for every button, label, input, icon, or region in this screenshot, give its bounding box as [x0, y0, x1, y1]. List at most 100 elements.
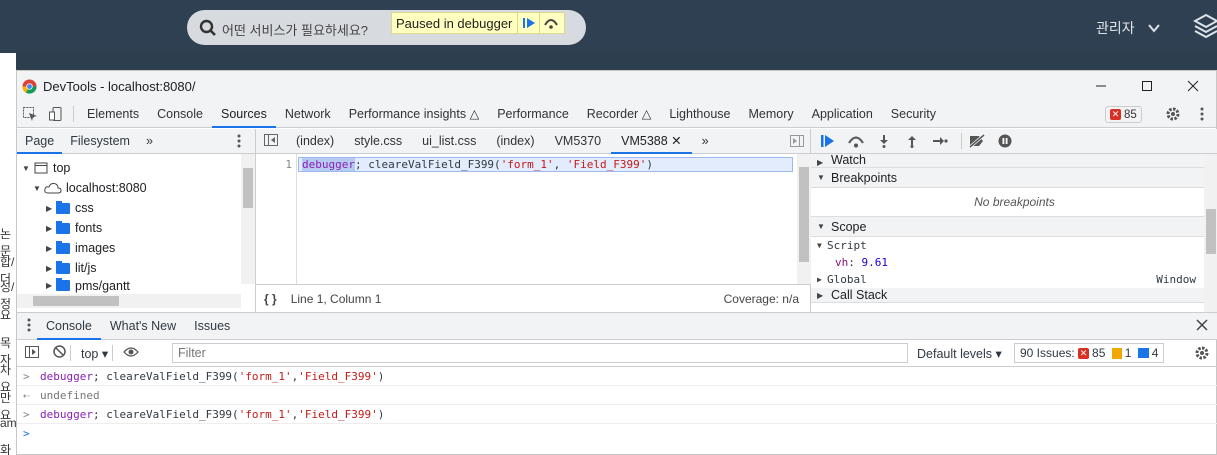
debugger-scrollbar[interactable]	[1204, 154, 1217, 312]
resume-button[interactable]	[517, 13, 539, 33]
file-tab[interactable]: VM5370	[545, 129, 612, 154]
scope-global[interactable]: ▶ Global Window	[811, 271, 1217, 288]
toggle-navigator-icon[interactable]	[256, 133, 286, 149]
file-tab[interactable]: (index)	[286, 129, 344, 154]
tab-performance[interactable]: Performance	[488, 101, 578, 128]
scope-variable[interactable]: vh: 9.61	[811, 254, 1217, 271]
variable-value: 9.61	[861, 256, 889, 269]
tree-item-label: images	[75, 241, 116, 255]
step-button[interactable]	[929, 131, 951, 151]
console-output-line[interactable]: ⇠ undefined	[17, 386, 1217, 405]
error-count-badge[interactable]: ✕ 85	[1105, 106, 1142, 123]
minimize-icon	[1096, 85, 1106, 87]
prompt-chevron-icon: >	[23, 369, 30, 383]
tree-item-folder[interactable]: ▶ css	[17, 198, 255, 218]
console-keyword: debugger	[40, 369, 93, 383]
tab-filesystem[interactable]: Filesystem	[62, 129, 138, 154]
device-toolbar-button[interactable]	[46, 104, 66, 124]
tree-item-folder[interactable]: ▶ lit/js	[17, 258, 255, 278]
editor-scrollbar[interactable]	[797, 154, 811, 284]
more-options-button[interactable]	[1192, 104, 1212, 124]
pause-on-exceptions-button[interactable]	[994, 131, 1016, 151]
file-tab-active[interactable]: VM5388 ✕	[611, 129, 692, 154]
toggle-sidebar-icon[interactable]	[25, 345, 39, 361]
eye-icon[interactable]	[123, 346, 140, 361]
tab-security[interactable]: Security	[882, 101, 945, 128]
tab-issues[interactable]: Issues	[185, 313, 239, 340]
tab-page[interactable]: Page	[17, 129, 63, 154]
settings-button[interactable]	[1163, 104, 1183, 124]
log-levels-dropdown[interactable]: Default levels ▾	[917, 346, 1002, 361]
tab-console[interactable]: Console	[37, 313, 101, 340]
more-tabs-icon[interactable]: »	[692, 129, 719, 154]
tab-console[interactable]: Console	[148, 101, 212, 128]
deactivate-breakpoints-button[interactable]	[966, 131, 988, 151]
console-prompt[interactable]: >	[17, 424, 1217, 443]
layers-icon[interactable]	[1193, 12, 1217, 40]
collapse-triangle-icon: ▶	[817, 290, 824, 300]
variable-colon: :	[848, 256, 862, 269]
console-settings-button[interactable]	[1194, 345, 1210, 364]
breakpoints-section[interactable]: ▼ Breakpoints	[811, 168, 1217, 188]
tab-recorder[interactable]: Recorder △	[578, 101, 661, 128]
navigator-hscrollbar[interactable]	[17, 294, 241, 308]
toggle-debugger-icon[interactable]	[790, 135, 804, 150]
close-drawer-icon[interactable]	[1196, 319, 1208, 334]
tree-item-top[interactable]: ▼ top	[17, 158, 255, 178]
file-tab[interactable]: (index)	[486, 129, 544, 154]
close-button[interactable]	[1170, 71, 1216, 101]
file-tab[interactable]: ui_list.css	[412, 129, 486, 154]
tree-item-folder[interactable]: ▶ pms/gantt	[17, 278, 255, 293]
console-input-line[interactable]: > debugger; cleareValField_F399('form_1',…	[17, 367, 1217, 386]
inspect-icon	[23, 107, 37, 121]
maximize-button[interactable]	[1124, 71, 1170, 101]
drawer-menu-icon[interactable]	[17, 318, 37, 335]
resume-button[interactable]	[817, 131, 839, 151]
step-into-button[interactable]	[873, 131, 895, 151]
kebab-menu-icon[interactable]	[237, 134, 241, 151]
issues-button[interactable]: 90 Issues: ✕ 85 1 4	[1014, 343, 1165, 363]
tree-item-folder[interactable]: ▶ fonts	[17, 218, 255, 238]
tab-lighthouse[interactable]: Lighthouse	[660, 101, 739, 128]
step-out-button[interactable]	[901, 131, 923, 151]
clear-console-icon[interactable]	[53, 345, 66, 361]
tab-application[interactable]: Application	[803, 101, 882, 128]
tree-item-folder[interactable]: ▶ images	[17, 238, 255, 258]
tree-item-origin[interactable]: ▼ localhost:8080	[17, 178, 255, 198]
filter-input[interactable]: Filter	[172, 343, 908, 363]
code-area[interactable]: 1 debugger; cleareValField_F399('form_1'…	[256, 154, 811, 284]
admin-menu-label[interactable]: 관리자	[1096, 18, 1135, 38]
devtools-window: DevTools - localhost:8080/ Elements Cons…	[16, 70, 1217, 455]
close-tab-icon[interactable]: ✕	[671, 134, 681, 148]
paused-code-line[interactable]: debugger; cleareValField_F399('form_1', …	[298, 157, 793, 172]
error-icon: ✕	[1078, 347, 1090, 359]
devtools-titlebar[interactable]: DevTools - localhost:8080/	[17, 71, 1216, 101]
scope-section[interactable]: ▼ Scope	[811, 217, 1217, 237]
line-number[interactable]: 1	[256, 154, 297, 284]
scope-script[interactable]: ▼ Script	[811, 237, 1217, 254]
dropdown-arrow-icon: ▾	[101, 346, 109, 361]
step-over-button[interactable]	[845, 131, 867, 151]
navigator-scrollbar[interactable]	[241, 154, 255, 284]
console-input-line[interactable]: > debugger; cleareValField_F399('form_1',…	[17, 405, 1217, 424]
context-selector[interactable]: top ▾	[81, 346, 108, 361]
inspect-element-button[interactable]	[20, 104, 40, 124]
call-stack-section[interactable]: ▶ Call Stack	[811, 288, 1217, 303]
step-over-button[interactable]	[539, 13, 561, 33]
minimize-button[interactable]	[1078, 71, 1124, 101]
scope-label: Script	[827, 239, 867, 252]
tab-whats-new[interactable]: What's New	[101, 313, 185, 340]
file-tab[interactable]: style.css	[344, 129, 412, 154]
code-text: )	[646, 158, 654, 171]
more-tabs-icon[interactable]: »	[138, 129, 161, 154]
watch-section[interactable]: ▶ Watch	[811, 154, 1217, 168]
tab-label: Recorder	[586, 106, 639, 121]
tab-sources[interactable]: Sources	[211, 101, 276, 128]
chevron-down-icon[interactable]	[1146, 20, 1162, 36]
tab-performance-insights[interactable]: Performance insights △	[340, 101, 489, 128]
search-placeholder[interactable]: 어떤 서비스가 필요하세요?	[222, 20, 368, 39]
tab-memory[interactable]: Memory	[739, 101, 802, 128]
pretty-print-icon[interactable]: { }	[264, 292, 277, 306]
tab-network[interactable]: Network	[276, 101, 340, 128]
tab-elements[interactable]: Elements	[78, 101, 148, 128]
